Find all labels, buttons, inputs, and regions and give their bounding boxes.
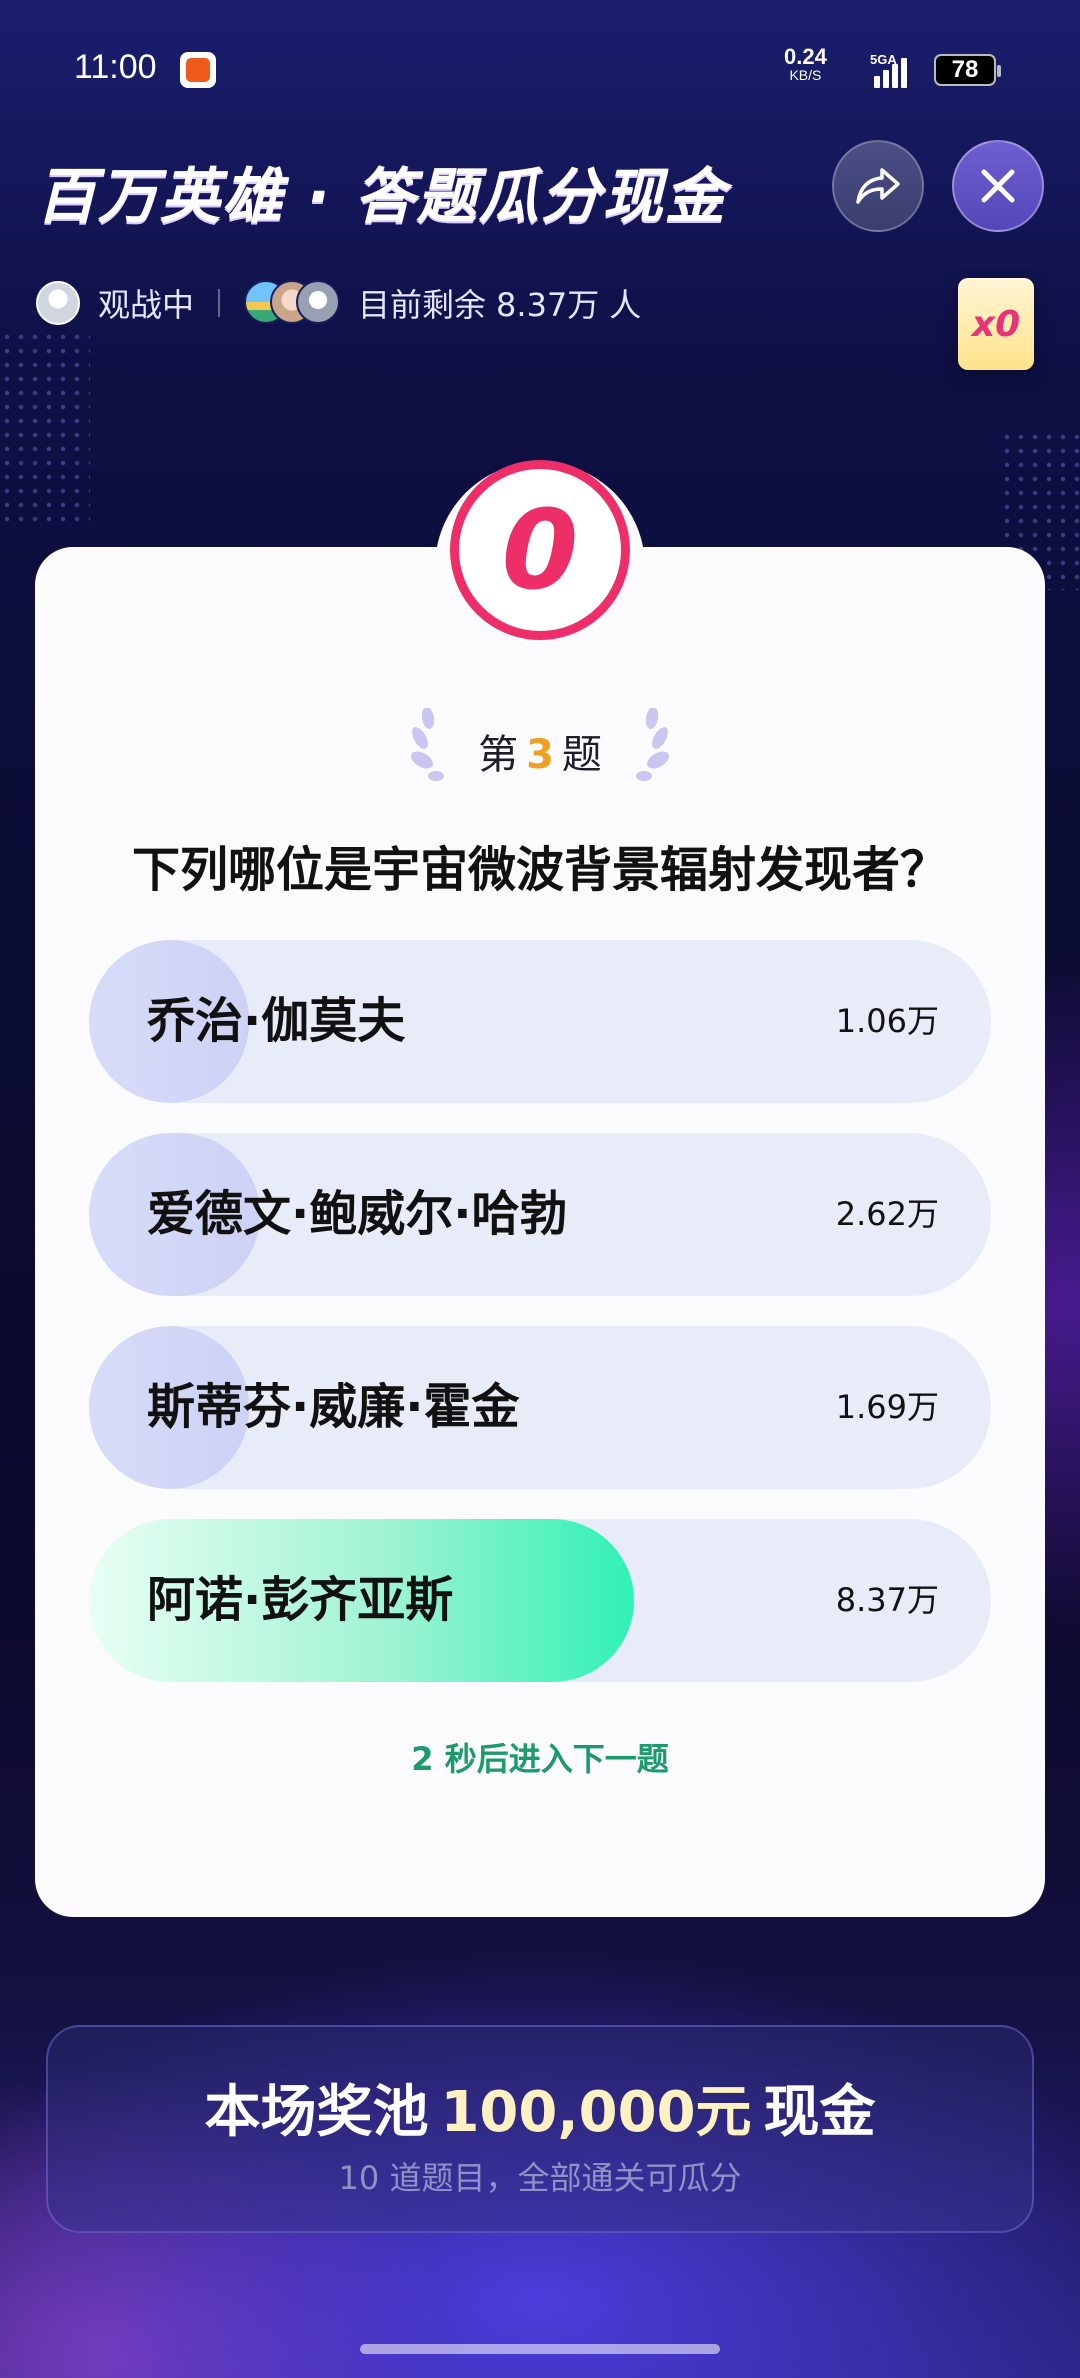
question-number-suffix: 题 [561,732,602,778]
revive-card-badge[interactable]: x0 [958,278,1034,370]
prize-pool-title: 本场奖池 100,000元 现金 [48,2067,1032,2148]
next-question-countdown: 2 秒后进入下一题 [0,1734,1080,1780]
remaining-players: 目前剩余 8.37万人 [358,280,641,326]
next-text: 秒后进入下一题 [444,1740,669,1778]
remaining-count: 8.37万 [496,286,600,324]
prize-pool-amount: 100,000元 [440,2080,752,2145]
audience-row: 观战中 目前剩余 8.37万人 [36,278,641,328]
question-number: 第3题 [0,722,1080,780]
network-speed-unit: KB/S [789,67,822,83]
question-number-value: 3 [526,732,554,778]
question-number-prefix: 第 [478,732,519,778]
prize-pool-prefix: 本场奖池 [204,2080,429,2145]
user-avatar[interactable] [36,281,80,325]
question-text: 下列哪位是宇宙微波背景辐射发现者？ [131,842,948,898]
answer-count: 1.06万 [835,1002,939,1040]
answer-count: 2.62万 [835,1195,939,1233]
remaining-suffix: 人 [609,286,642,324]
decor-dots-left [0,330,90,530]
player-avatars [244,280,341,326]
watching-label: 观战中 [98,286,195,324]
share-button[interactable] [832,140,924,232]
answer-option[interactable]: 斯蒂芬·威廉·霍金 1.69万 [89,1326,991,1489]
answer-option[interactable]: 爱德文·鲍威尔·哈勃 2.62万 [89,1133,991,1296]
signal-label: 5GA [870,52,897,67]
status-bar: 11:00 0.24 KB/S 5GA 78 [0,0,1080,140]
answer-option[interactable]: 乔治·伽莫夫 1.06万 [89,940,991,1103]
player-avatar [296,280,341,324]
prize-pool-subtitle: 10 道题目，全部通关可瓜分 [338,2159,742,2197]
countdown-timer: 0 [450,460,630,640]
answer-label: 爱德文·鲍威尔·哈勃 [147,1186,568,1242]
answer-count: 8.37万 [835,1581,939,1619]
close-icon [981,169,1015,203]
countdown-value: 0 [501,486,579,614]
battery-icon: 78 [934,54,1001,86]
prize-pool-suffix: 现金 [763,2080,876,2145]
divider [218,289,221,317]
answer-label: 阿诺·彭齐亚斯 [147,1572,454,1628]
answer-label: 斯蒂芬·威廉·霍金 [147,1379,520,1435]
answer-option[interactable]: 阿诺·彭齐亚斯 8.37万 [89,1519,991,1682]
answer-label: 乔治·伽莫夫 [147,993,406,1049]
network-speed: 0.24 KB/S [784,46,827,84]
prize-pool-panel: 本场奖池 100,000元 现金 10 道题目，全部通关可瓜分 [46,2025,1034,2233]
app-notification-icon [180,52,216,88]
next-seconds: 2 [411,1740,434,1778]
status-time: 11:00 [74,48,157,86]
answer-count: 1.69万 [835,1388,939,1426]
home-indicator[interactable] [360,2344,720,2354]
page-title: 百万英雄 · 答题瓜分现金 [36,162,727,232]
share-arrow-icon [856,168,900,204]
revive-card-count: x0 [971,303,1021,345]
remaining-prefix: 目前剩余 [358,286,487,324]
close-button[interactable] [952,140,1044,232]
